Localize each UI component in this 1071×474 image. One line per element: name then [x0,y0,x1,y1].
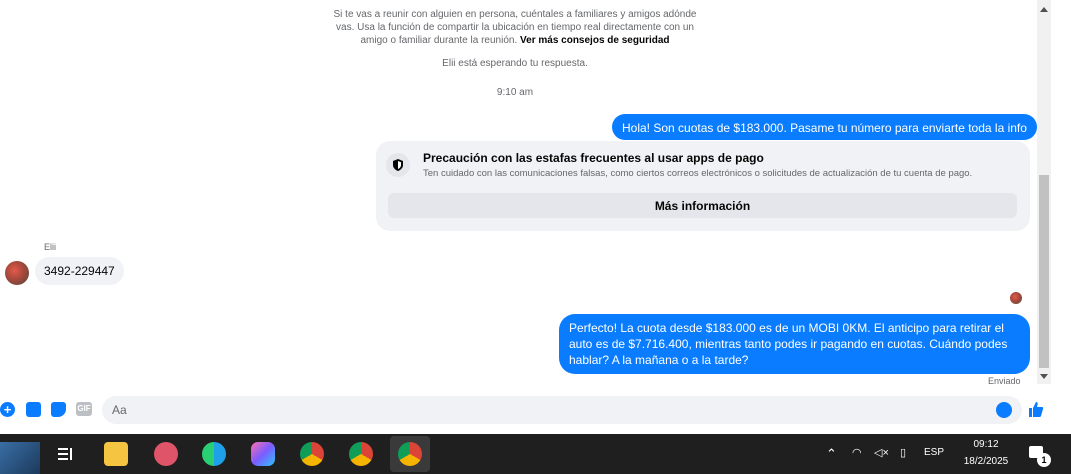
scroll-down-arrow[interactable] [1040,374,1048,379]
shield-icon [386,153,410,177]
safety-tips-link[interactable]: Ver más consejos de seguridad [520,35,670,46]
message-input[interactable]: Aa [102,396,1022,424]
incoming-message[interactable]: 3492-229447 [35,257,124,285]
scrollbar-thumb[interactable] [1039,175,1049,368]
chevron-up-icon[interactable]: ⌃ [826,446,837,462]
seen-avatar [1010,292,1022,304]
chat-window: Si te vas a reunir con alguien en person… [0,0,1071,434]
payment-scam-warning-card: Precaución con las estafas frecuentes al… [376,141,1030,231]
safety-notice: Si te vas a reunir con alguien en person… [330,8,700,47]
warning-title: Precaución con las estafas frecuentes al… [423,151,764,165]
outgoing-message[interactable]: Hola! Son cuotas de $183.000. Pasame tu … [612,114,1037,140]
notification-badge: 1 [1037,453,1051,467]
message-input-placeholder: Aa [112,403,127,417]
wifi-icon[interactable]: ◠ [852,446,862,459]
chrome-profile-active-icon[interactable] [398,442,422,466]
clock-time[interactable]: 09:12 [958,439,1014,450]
plus-icon[interactable]: + [0,402,15,417]
file-explorer-icon[interactable] [104,442,128,466]
chrome-icon[interactable] [300,442,324,466]
edge-icon[interactable] [202,442,226,466]
warning-description: Ten cuidado con las comunicaciones falsa… [423,168,973,179]
waiting-status: Elii está esperando tu respuesta. [442,58,588,69]
speaker-muted-icon[interactable]: ◁× [874,446,889,459]
snipping-tool-icon[interactable] [154,442,178,466]
message-timestamp: 9:10 am [496,87,534,98]
chat-scrollbar[interactable] [1037,0,1051,384]
language-indicator[interactable]: ESP [924,447,944,458]
more-info-button[interactable]: Más información [388,193,1017,218]
sticker-icon[interactable] [51,402,66,417]
battery-icon[interactable]: ▯ [900,446,906,459]
delivery-status: Enviado [988,376,1021,386]
contact-name: Elii [44,242,57,252]
photo-icon[interactable] [26,402,41,417]
emoji-icon[interactable] [996,402,1012,418]
widgets-icon[interactable] [0,442,40,474]
clock-date[interactable]: 18/2/2025 [958,456,1014,467]
contact-avatar[interactable] [5,261,29,285]
like-icon[interactable] [1027,400,1045,423]
windows-taskbar: ⌃ ◠ ◁× ▯ ESP 09:12 18/2/2025 1 [0,434,1071,474]
chrome-profile-icon[interactable] [349,442,373,466]
scroll-up-arrow[interactable] [1040,7,1048,12]
task-view-icon[interactable] [53,442,77,466]
message-composer: + GIF Aa [0,394,1071,426]
outgoing-message[interactable]: Perfecto! La cuota desde $183.000 es de … [559,314,1030,374]
gif-icon[interactable]: GIF [76,402,92,416]
copilot-icon[interactable] [251,442,275,466]
